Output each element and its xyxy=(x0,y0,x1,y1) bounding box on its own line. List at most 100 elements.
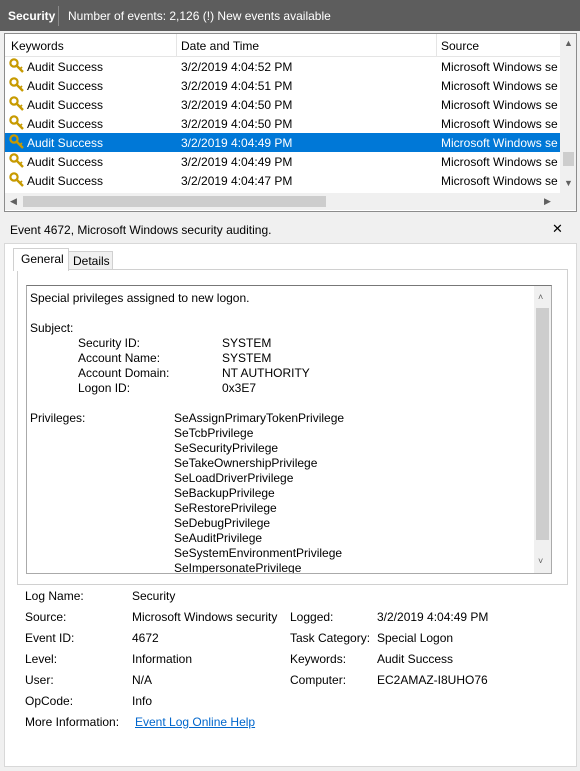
row-keyword: Audit Success xyxy=(27,60,104,74)
field-value: Info xyxy=(132,694,153,708)
field-label: Task Category: xyxy=(290,631,371,645)
privilege-item: SeTcbPrivilege xyxy=(174,426,254,440)
tab-general[interactable]: General xyxy=(13,248,69,271)
scroll-left-icon[interactable]: ◀ xyxy=(10,196,17,207)
subject-field-label: Security ID: xyxy=(78,336,141,350)
field-value: Audit Success xyxy=(377,652,454,666)
row-keyword: Audit Success xyxy=(27,98,104,112)
list-vertical-scrollbar[interactable]: ▲ ▼ xyxy=(560,34,576,193)
hscroll-thumb[interactable] xyxy=(23,196,326,207)
scroll-down-icon[interactable]: ˅ xyxy=(538,556,543,566)
key-icon xyxy=(9,77,24,92)
header-divider xyxy=(58,6,59,26)
table-row[interactable]: Audit Success 3/2/2019 4:04:49 PM Microsof… xyxy=(5,133,560,152)
row-date-time: 3/2/2019 4:04:50 PM xyxy=(181,117,293,131)
field-value: 4672 xyxy=(132,631,159,645)
event-description[interactable]: Special privileges assigned to new logon… xyxy=(26,285,552,574)
scroll-up-icon[interactable]: ▲ xyxy=(564,38,573,48)
row-source: Microsoft Windows se xyxy=(441,136,558,150)
field-label: User: xyxy=(25,673,54,687)
row-source: Microsoft Windows se xyxy=(441,60,558,74)
key-icon xyxy=(9,172,24,187)
field-value: 3/2/2019 4:04:49 PM xyxy=(377,610,489,624)
event-list[interactable]: Keywords Date and Time Source Audit Succ… xyxy=(4,33,577,212)
tab-general-label: General xyxy=(21,252,64,266)
online-help-link[interactable]: Event Log Online Help xyxy=(135,715,255,729)
log-title: Security xyxy=(8,9,56,23)
list-header: Keywords Date and Time Source xyxy=(5,34,560,57)
subject-field-label: Account Name: xyxy=(78,351,161,365)
field-label: Computer: xyxy=(290,673,347,687)
privilege-item: SeAuditPrivilege xyxy=(174,531,263,545)
magnifier-key-icon xyxy=(9,134,24,149)
row-keyword: Audit Success xyxy=(27,155,104,169)
field-value: Microsoft Windows security xyxy=(132,610,278,624)
row-date-time: 3/2/2019 4:04:49 PM xyxy=(181,155,293,169)
description-heading: Special privileges assigned to new logon… xyxy=(30,291,250,305)
field-label: Logged: xyxy=(290,610,334,624)
column-date-time[interactable]: Date and Time xyxy=(181,39,259,53)
field-label: Keywords: xyxy=(290,652,347,666)
field-value: Security xyxy=(132,589,176,603)
column-keywords[interactable]: Keywords xyxy=(11,39,64,53)
privilege-item: SeDebugPrivilege xyxy=(174,516,271,530)
description-scrollbar[interactable]: ˄ ˅ xyxy=(534,286,551,573)
privilege-item: SeImpersonatePrivilege xyxy=(174,561,302,574)
table-row[interactable]: Audit Success 3/2/2019 4:04:50 PM Microsof… xyxy=(5,95,560,114)
column-divider[interactable] xyxy=(436,34,437,56)
event-detail-bar: Event 4672, Microsoft Windows security a… xyxy=(4,214,575,242)
scroll-up-icon[interactable]: ˄ xyxy=(538,292,543,302)
privilege-item: SeRestorePrivilege xyxy=(174,501,277,515)
field-value: EC2AMAZ-I8UHO76 xyxy=(377,673,488,687)
subject-field-value: SYSTEM xyxy=(222,336,272,350)
event-count[interactable]: Number of events: 2,126 (!) New events a… xyxy=(68,9,331,23)
key-icon xyxy=(9,58,24,73)
subject-field-value: SYSTEM xyxy=(222,351,272,365)
row-source: Microsoft Windows se xyxy=(441,117,558,131)
list-horizontal-scrollbar[interactable]: ◀ ▶ xyxy=(5,193,560,210)
row-date-time: 3/2/2019 4:04:51 PM xyxy=(181,79,293,93)
field-value: Information xyxy=(132,652,193,666)
row-source: Microsoft Windows se xyxy=(441,98,558,112)
field-label: More Information: xyxy=(25,715,120,729)
scroll-thumb[interactable] xyxy=(563,152,574,166)
field-label: OpCode: xyxy=(25,694,74,708)
subject-field-value: NT AUTHORITY xyxy=(222,366,310,380)
scroll-right-icon[interactable]: ▶ xyxy=(544,196,551,207)
subject-field-label: Account Domain: xyxy=(78,366,170,380)
scroll-corner xyxy=(560,193,576,210)
field-value: N/A xyxy=(132,673,153,687)
privilege-item: SeLoadDriverPrivilege xyxy=(174,471,294,485)
row-source: Microsoft Windows se xyxy=(441,155,558,169)
row-date-time: 3/2/2019 4:04:47 PM xyxy=(181,174,293,188)
table-row[interactable]: Audit Success 3/2/2019 4:04:49 PM Microsof… xyxy=(5,152,560,171)
row-date-time: 3/2/2019 4:04:52 PM xyxy=(181,60,293,74)
field-label: Event ID: xyxy=(25,631,75,645)
subject-field-label: Logon ID: xyxy=(78,381,131,395)
column-source[interactable]: Source xyxy=(441,39,479,53)
key-icon xyxy=(9,153,24,168)
row-keyword: Audit Success xyxy=(27,136,104,150)
tab-details-label: Details xyxy=(73,254,110,268)
key-icon xyxy=(9,115,24,130)
row-keyword: Audit Success xyxy=(27,79,104,93)
scroll-down-icon[interactable]: ▼ xyxy=(564,178,573,188)
row-source: Microsoft Windows se xyxy=(441,79,558,93)
row-keyword: Audit Success xyxy=(27,117,104,131)
table-row[interactable]: Audit Success 3/2/2019 4:04:52 PM Microsof… xyxy=(5,57,560,76)
table-row[interactable]: Audit Success 3/2/2019 4:04:47 PM Microsof… xyxy=(5,171,560,190)
privilege-item: SeSecurityPrivilege xyxy=(174,441,279,455)
privileges-label: Privileges: xyxy=(30,411,86,425)
field-value: Special Logon xyxy=(377,631,454,645)
table-row[interactable]: Audit Success 3/2/2019 4:04:51 PM Microsof… xyxy=(5,76,560,95)
row-date-time: 3/2/2019 4:04:50 PM xyxy=(181,98,293,112)
privilege-item: SeAssignPrimaryTokenPrivilege xyxy=(174,411,345,425)
privilege-item: SeTakeOwnershipPrivilege xyxy=(174,456,318,470)
tab-details[interactable]: Details xyxy=(67,251,113,270)
close-icon[interactable]: ✕ xyxy=(552,221,563,237)
scroll-thumb[interactable] xyxy=(536,308,549,540)
column-divider[interactable] xyxy=(176,34,177,56)
subject-field-value: 0x3E7 xyxy=(222,381,257,395)
privilege-item: SeBackupPrivilege xyxy=(174,486,275,500)
table-row[interactable]: Audit Success 3/2/2019 4:04:50 PM Microsof… xyxy=(5,114,560,133)
